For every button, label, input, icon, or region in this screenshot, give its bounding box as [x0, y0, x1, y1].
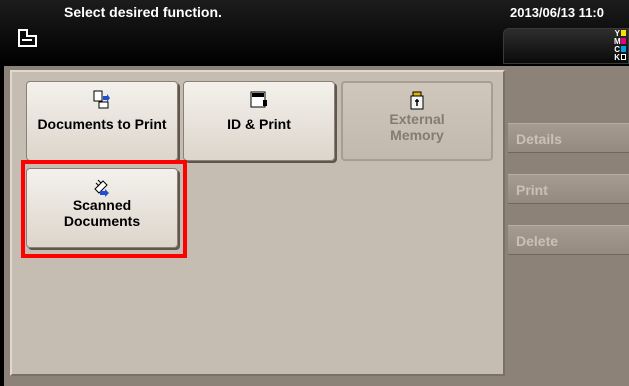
selection-highlight: [21, 160, 187, 258]
delete-button[interactable]: Delete: [508, 225, 629, 255]
id-print-button[interactable]: ID & Print: [183, 81, 335, 161]
toner-black: K: [614, 54, 626, 62]
box-printer-icon: [18, 29, 37, 47]
documents-to-print-button[interactable]: Documents to Print: [26, 81, 178, 161]
details-button[interactable]: Details: [508, 123, 629, 153]
instruction-message: Select desired function.: [64, 4, 222, 20]
external-memory-button[interactable]: External Memory: [341, 81, 493, 161]
header-bar: Select desired function. 2013/06/13 11:0…: [0, 0, 629, 64]
toner-status-panel: Y M C K: [503, 28, 629, 64]
date-time: 2013/06/13 11:0: [510, 5, 604, 20]
usb-memory-icon: [410, 91, 424, 110]
external-memory-label: External Memory: [389, 111, 445, 143]
id-print-label: ID & Print: [227, 116, 291, 132]
id-print-icon: [250, 91, 267, 108]
documents-to-print-label: Documents to Print: [37, 116, 167, 132]
print-document-icon: [93, 90, 110, 109]
print-button[interactable]: Print: [508, 174, 629, 204]
